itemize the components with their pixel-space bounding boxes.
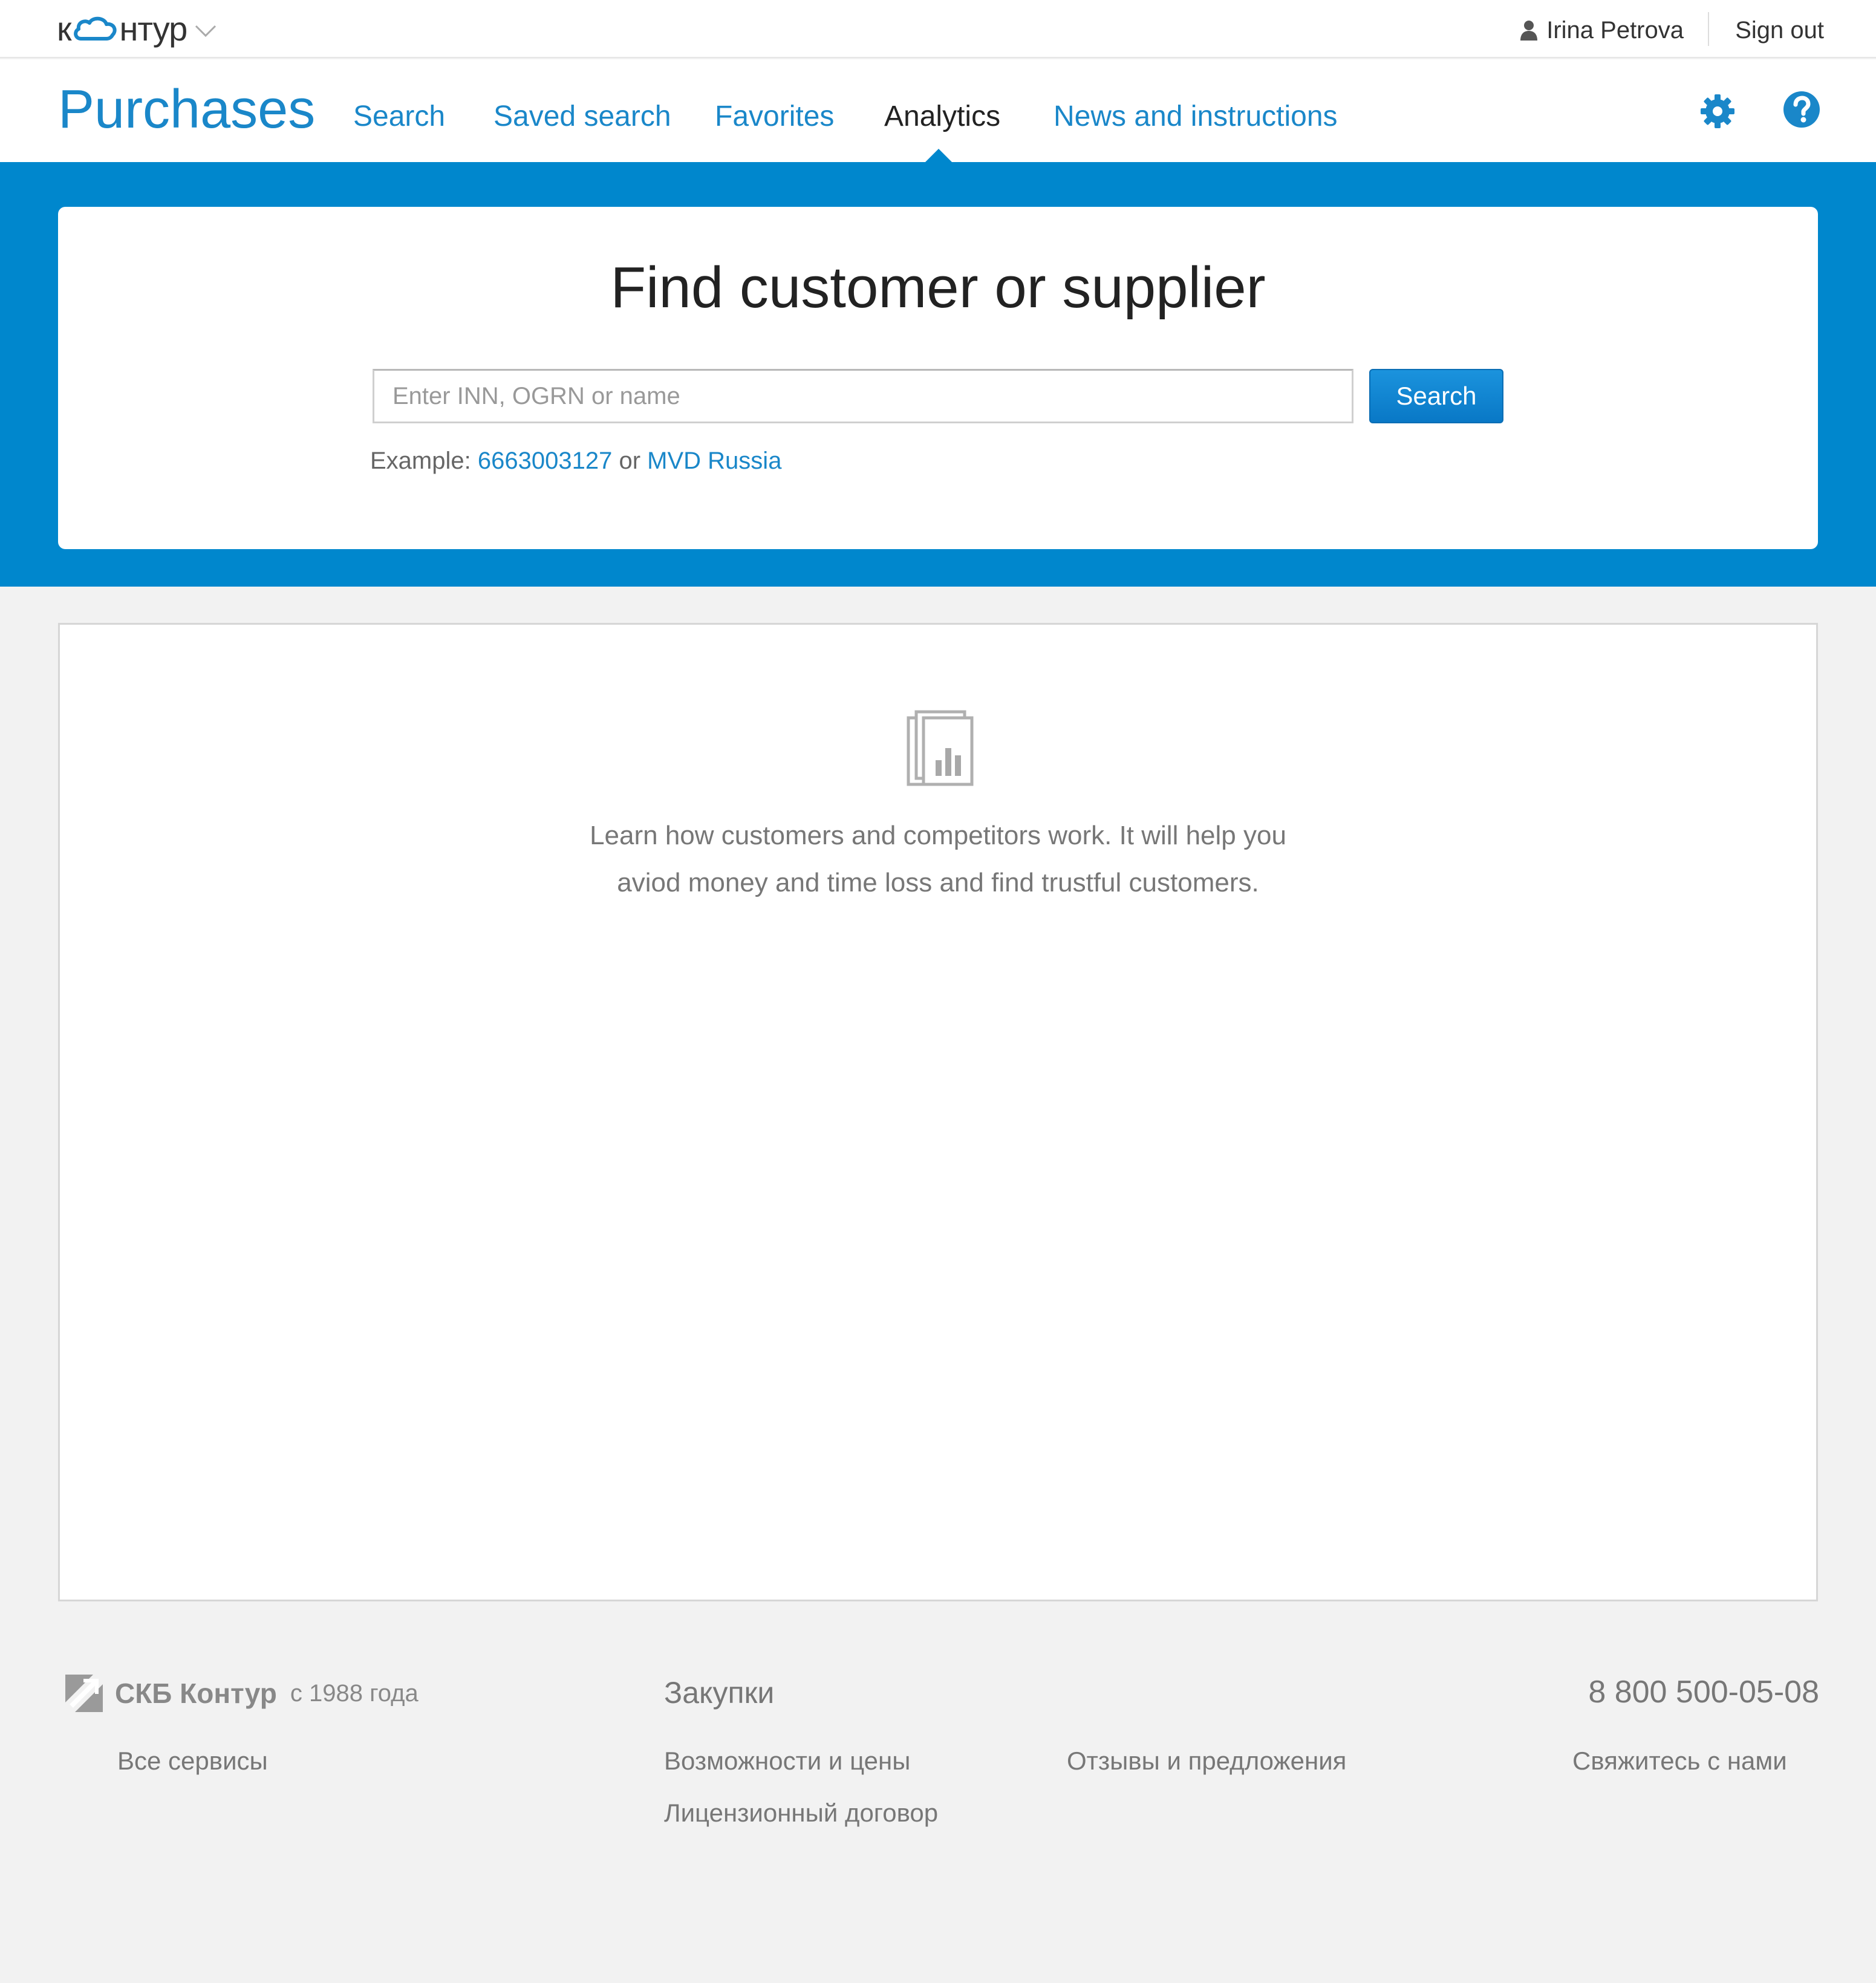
tab-favorites[interactable]: Favorites <box>715 96 834 138</box>
footer-brand: СКБ Контур <box>115 1678 277 1709</box>
search-button[interactable]: Search <box>1369 369 1503 423</box>
example-inn-link[interactable]: 6663003127 <box>478 448 612 474</box>
chevron-down-icon[interactable] <box>194 24 217 38</box>
analytics-empty-panel: Learn how customers and competitors work… <box>58 623 1818 1601</box>
divider <box>1708 12 1709 46</box>
footer-link-all-services[interactable]: Все сервисы <box>117 1747 268 1776</box>
tab-saved-search[interactable]: Saved search <box>493 96 671 138</box>
example-or: or <box>619 448 641 474</box>
search-band: Find customer or supplier Search Example… <box>0 162 1876 587</box>
help-icon[interactable] <box>1783 91 1820 128</box>
active-tab-indicator <box>925 149 952 162</box>
skb-kontur-logo-icon <box>65 1675 103 1712</box>
search-card: Find customer or supplier Search Example… <box>58 207 1818 549</box>
footer-link-features[interactable]: Возможности и цены <box>664 1747 910 1776</box>
search-example: Example: 6663003127 or MVD Russia <box>370 443 781 479</box>
top-bar: к нтур Irina Petrova Sign out <box>0 0 1876 58</box>
example-label: Example: <box>370 448 471 474</box>
empty-state-line-2: aviod money and time loss and find trust… <box>617 868 1259 897</box>
footer-heading: Закупки <box>664 1676 775 1710</box>
empty-state-line-1: Learn how customers and competitors work… <box>590 821 1286 850</box>
footer-link-contact[interactable]: Свяжитесь с нами <box>1572 1747 1787 1776</box>
cloud-logo-icon <box>73 16 117 41</box>
analytics-report-icon <box>907 710 974 786</box>
footer-logo[interactable]: СКБ Контур с 1988 года <box>63 1669 419 1718</box>
search-input[interactable] <box>373 369 1353 423</box>
footer-phone: 8 800 500-05-08 <box>1588 1675 1819 1710</box>
main-nav: Purchases Search Saved search Favorites … <box>0 59 1876 162</box>
tab-news-and-instructions[interactable]: News and instructions <box>1054 96 1338 138</box>
user-menu[interactable]: Irina Petrova <box>1520 12 1684 48</box>
sign-out-link[interactable]: Sign out <box>1735 12 1824 48</box>
kontur-logo[interactable]: к нтур <box>57 7 217 51</box>
empty-state-message: Learn how customers and competitors work… <box>60 812 1816 907</box>
gear-icon[interactable] <box>1698 92 1737 131</box>
page-title: Purchases <box>58 79 316 140</box>
footer-since: с 1988 года <box>290 1679 419 1707</box>
logo-wordmark: к нтур <box>57 10 187 48</box>
footer-link-license[interactable]: Лицензионный договор <box>664 1799 938 1828</box>
footer-link-reviews[interactable]: Отзывы и предложения <box>1067 1747 1346 1776</box>
example-name-link[interactable]: MVD Russia <box>647 448 781 474</box>
search-title: Find customer or supplier <box>610 255 1266 320</box>
user-name: Irina Petrova <box>1546 16 1684 44</box>
tab-search[interactable]: Search <box>353 96 445 138</box>
tab-analytics[interactable]: Analytics <box>884 96 1000 138</box>
user-icon <box>1520 21 1538 41</box>
footer: СКБ Контур с 1988 года Закупки 8 800 500… <box>0 1633 1876 1983</box>
